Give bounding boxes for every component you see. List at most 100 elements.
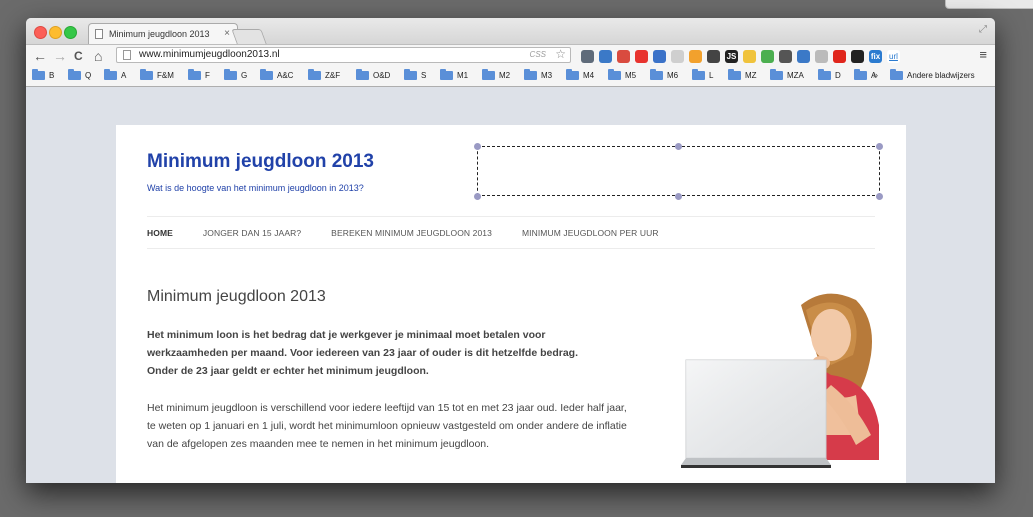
bookmark-item[interactable]: MZ xyxy=(728,69,757,80)
bookmark-label: G xyxy=(241,71,248,80)
bookmark-item[interactable]: M1 xyxy=(440,69,468,80)
folder-icon xyxy=(650,69,663,80)
bookmark-label: D xyxy=(835,71,841,80)
sticky-icon[interactable] xyxy=(743,49,756,63)
bookmarks-overflow[interactable]: » xyxy=(873,70,878,80)
article-lead: Het minimum loon is het bedrag dat je we… xyxy=(147,329,579,377)
bookmark-item[interactable]: M2 xyxy=(482,69,510,80)
folder-icon xyxy=(404,69,417,80)
bookmark-label: M3 xyxy=(541,71,553,80)
url-text: www.minimumjeugdloon2013.nl xyxy=(139,49,280,60)
bookmark-item[interactable]: B xyxy=(32,69,55,80)
maximize-window-button[interactable] xyxy=(64,26,77,39)
translate-icon[interactable] xyxy=(797,49,810,63)
reload-button[interactable]: C xyxy=(74,47,83,65)
toolbar: ← → C ⌂ www.minimumjeugdloon2013.nl CSS … xyxy=(26,44,995,67)
bookmark-label: MZ xyxy=(745,71,757,80)
site-title[interactable]: Minimum jeugdloon 2013 xyxy=(147,151,374,173)
folder-icon xyxy=(890,69,903,80)
sun-icon[interactable] xyxy=(689,49,702,63)
bookmark-label: M6 xyxy=(667,71,679,80)
bookmark-label: MZA xyxy=(787,71,804,80)
screen-icon[interactable] xyxy=(653,49,666,63)
resize-handle[interactable] xyxy=(675,193,682,200)
resize-handle[interactable] xyxy=(876,143,883,150)
fix-icon[interactable]: fix xyxy=(869,49,882,63)
folder-icon xyxy=(692,69,705,80)
bookmark-item[interactable]: Z&F xyxy=(308,69,341,80)
bookmark-item[interactable]: F xyxy=(188,69,210,80)
note-icon[interactable] xyxy=(671,49,684,63)
minimize-window-button[interactable] xyxy=(49,26,62,39)
menu-icon[interactable]: ≡ xyxy=(979,48,987,62)
extension-icons: JS fix url xyxy=(581,48,900,64)
tab-title: Minimum jeugdloon 2013 xyxy=(109,29,210,39)
address-bar[interactable]: www.minimumjeugdloon2013.nl CSS ☆ xyxy=(116,47,571,63)
tab-active[interactable]: Minimum jeugdloon 2013 × xyxy=(88,23,238,44)
bookmark-label: Andere bladwijzers xyxy=(907,71,975,80)
camera-icon[interactable] xyxy=(581,49,594,63)
nav-per-hour[interactable]: MINIMUM JEUGDLOON PER UUR xyxy=(522,228,659,238)
js-icon[interactable]: JS xyxy=(725,49,738,63)
bookmark-label: A&C xyxy=(277,71,294,80)
url-icon[interactable]: url xyxy=(887,49,900,63)
bookmark-label: F xyxy=(205,71,210,80)
gear-icon[interactable] xyxy=(707,49,720,63)
bookmark-item[interactable]: A&C xyxy=(260,69,294,80)
bookmark-label: B xyxy=(49,71,55,80)
bookmark-item[interactable]: Q xyxy=(68,69,91,80)
bookmark-item[interactable]: MZA xyxy=(770,69,804,80)
new-tab-button[interactable] xyxy=(231,29,267,44)
bookmark-item[interactable]: F&M xyxy=(140,69,174,80)
bookmark-item[interactable]: L xyxy=(692,69,713,80)
folder-icon xyxy=(104,69,117,80)
bookmark-item[interactable]: O&D xyxy=(356,69,391,80)
download-icon[interactable] xyxy=(599,49,612,63)
site-description: Wat is de hoogte van het minimum jeugdlo… xyxy=(147,183,364,193)
dark-icon[interactable] xyxy=(851,49,864,63)
nav-home[interactable]: HOME xyxy=(147,228,173,238)
bookmark-label: M5 xyxy=(625,71,637,80)
browser-window: Minimum jeugdloon 2013 × ⤢ ← → C ⌂ www.m… xyxy=(26,18,995,483)
youtube-icon[interactable] xyxy=(833,49,846,63)
home-button[interactable]: ⌂ xyxy=(94,47,102,65)
css-badge[interactable]: CSS xyxy=(530,48,546,62)
resize-handle[interactable] xyxy=(474,193,481,200)
folder-icon xyxy=(356,69,369,80)
circle-icon[interactable] xyxy=(815,49,828,63)
resize-handle[interactable] xyxy=(675,143,682,150)
bookmark-item[interactable]: M3 xyxy=(524,69,553,80)
document-icon xyxy=(95,29,103,39)
bookmark-item[interactable]: M5 xyxy=(608,69,637,80)
resize-handle[interactable] xyxy=(474,143,481,150)
folder-icon xyxy=(308,69,321,80)
bookmark-item[interactable]: D xyxy=(818,69,841,80)
bookmark-label: Z&F xyxy=(325,71,341,80)
back-button[interactable]: ← xyxy=(33,47,47,65)
bookmark-item[interactable]: M4 xyxy=(566,69,594,80)
bookmark-star-icon[interactable]: ☆ xyxy=(555,47,566,61)
resize-handle[interactable] xyxy=(876,193,883,200)
folder-icon xyxy=(524,69,537,80)
bookmark-other[interactable]: Andere bladwijzers xyxy=(890,69,975,80)
pocket-icon[interactable] xyxy=(779,49,792,63)
bookmark-item[interactable]: S xyxy=(404,69,426,80)
bookmark-item[interactable]: G xyxy=(224,69,248,80)
fullscreen-icon[interactable]: ⤢ xyxy=(979,24,987,35)
main-navigation: HOME JONGER DAN 15 JAAR? BEREKEN MINIMUM… xyxy=(147,228,659,238)
bookmark-item[interactable]: A xyxy=(104,69,126,80)
forward-button[interactable]: → xyxy=(53,47,67,65)
opera-icon[interactable] xyxy=(635,49,648,63)
article-title: Minimum jeugdloon 2013 xyxy=(147,288,326,305)
chart-icon[interactable] xyxy=(761,49,774,63)
pin-icon[interactable] xyxy=(617,49,630,63)
folder-icon xyxy=(608,69,621,80)
close-window-button[interactable] xyxy=(34,26,47,39)
folder-icon xyxy=(32,69,45,80)
tab-close-icon[interactable]: × xyxy=(224,24,230,44)
nav-under-15[interactable]: JONGER DAN 15 JAAR? xyxy=(203,228,301,238)
bookmark-label: O&D xyxy=(373,71,391,80)
bookmark-item[interactable]: M6 xyxy=(650,69,679,80)
nav-calculate[interactable]: BEREKEN MINIMUM JEUGDLOON 2013 xyxy=(331,228,492,238)
folder-icon xyxy=(482,69,495,80)
